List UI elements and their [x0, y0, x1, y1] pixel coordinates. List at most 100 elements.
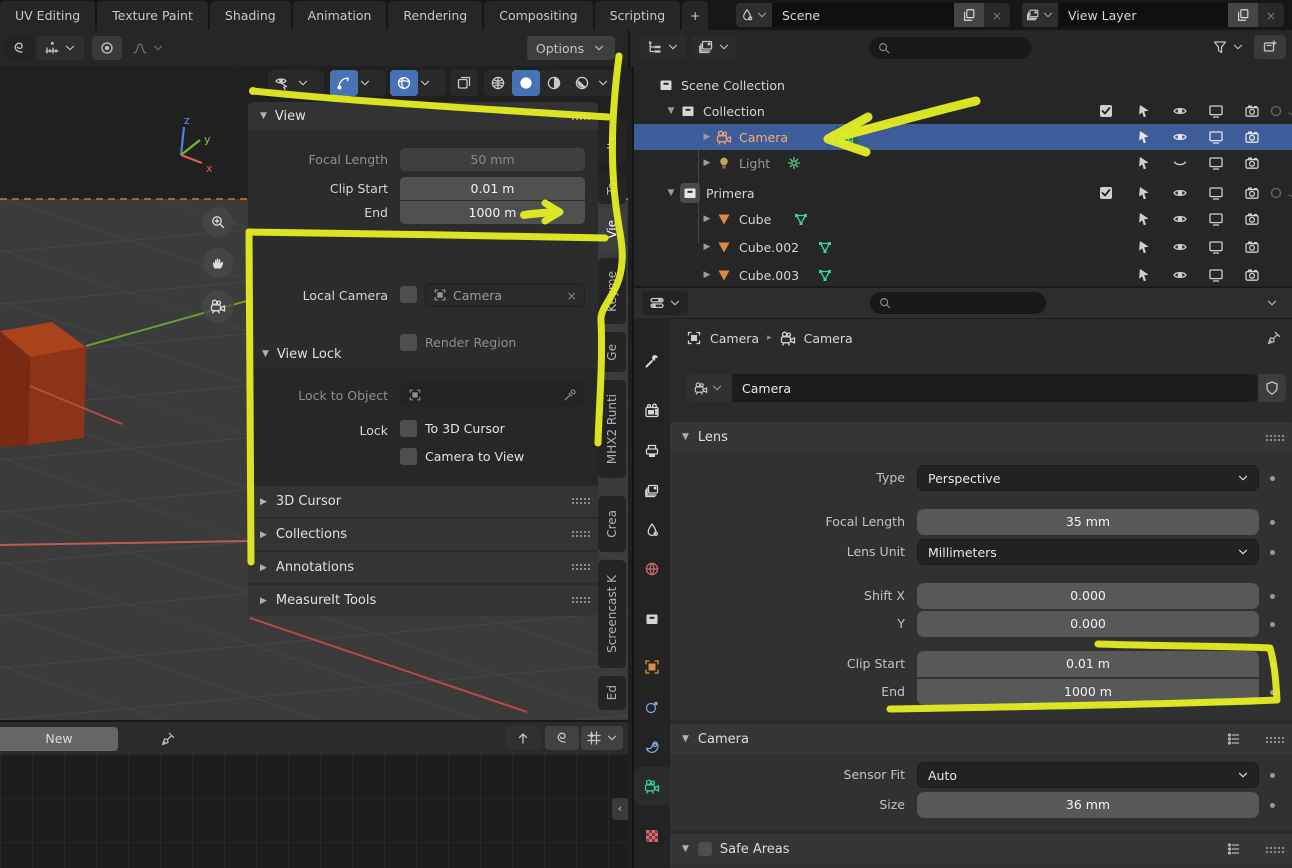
shading-rendered-button[interactable] [568, 70, 596, 96]
breadcrumb-object[interactable]: Camera [710, 331, 759, 346]
outliner-row-camera[interactable]: ▶ Camera [634, 124, 1292, 150]
animate-dot[interactable] [1270, 690, 1275, 695]
workspace-tab-rendering[interactable]: Rendering [388, 1, 485, 30]
panel-measureit-tools[interactable]: ▶ MeasureIt Tools [248, 585, 598, 616]
disable-render-icon[interactable] [1244, 103, 1260, 119]
panel-grip[interactable] [1266, 435, 1268, 437]
tab-item[interactable]: Ite [598, 120, 626, 164]
mesh-data-icon[interactable] [793, 211, 809, 227]
animate-dot[interactable] [1270, 520, 1275, 525]
tab-keymesh[interactable]: Keyme [598, 258, 626, 324]
lens-unit-dropdown[interactable]: Millimeters [917, 539, 1259, 565]
animate-dot[interactable] [1270, 622, 1275, 627]
panel-grip[interactable] [572, 597, 574, 599]
disable-render-icon[interactable] [1244, 129, 1260, 145]
eyedropper-icon[interactable] [563, 388, 577, 402]
tab-texture-properties[interactable] [634, 817, 670, 855]
selectable-icon[interactable] [1136, 211, 1152, 227]
tab-collection-properties[interactable] [634, 600, 670, 638]
tab-tool-properties[interactable] [634, 342, 670, 380]
selectable-icon[interactable] [1136, 239, 1152, 255]
local-camera-checkbox[interactable] [400, 286, 417, 303]
scene-unlink-button[interactable]: × [984, 3, 1010, 27]
view-panel-header[interactable]: ▼ View [248, 102, 598, 130]
disable-render-icon[interactable] [1244, 239, 1260, 255]
zoom-button[interactable] [203, 207, 233, 237]
selectable-icon[interactable] [1136, 129, 1152, 145]
outliner-row-collection[interactable]: ▼ Collection [634, 98, 1292, 124]
workspace-tab-animation[interactable]: Animation [292, 1, 389, 30]
tab-create[interactable]: Crea [598, 496, 626, 552]
selectable-icon[interactable] [1136, 185, 1152, 201]
selectable-icon[interactable] [1136, 155, 1152, 171]
outliner-row-cube[interactable]: ▶ Cube [634, 206, 1292, 232]
animate-dot[interactable] [1270, 550, 1275, 555]
sensor-fit-dropdown[interactable]: Auto [917, 762, 1259, 788]
outliner-filter-button[interactable] [1207, 35, 1249, 59]
tab-ge[interactable]: Ge [598, 332, 626, 372]
tab-view[interactable]: Vie [598, 208, 626, 250]
outliner-row-primera[interactable]: ▼ Primera [634, 180, 1292, 206]
object-visibility-dropdown[interactable] [268, 70, 324, 96]
disable-render-icon[interactable] [1244, 155, 1260, 171]
hide-viewport-icon[interactable] [1172, 239, 1188, 255]
tab-tool[interactable]: To [598, 172, 626, 204]
disable-viewport-icon[interactable] [1208, 211, 1224, 227]
clip-start-field[interactable]: 0.01 m [917, 651, 1259, 677]
outliner-row-light[interactable]: ▶ Light [634, 150, 1292, 176]
camera-panel-header[interactable]: ▼ Camera [670, 724, 1292, 754]
mesh-data-icon[interactable] [817, 239, 833, 255]
clear-icon[interactable]: × [567, 288, 577, 303]
indirect-only-icon[interactable] [1286, 185, 1292, 201]
outliner-search-input[interactable] [869, 37, 1031, 59]
shift-y-field[interactable]: 0.000 [917, 611, 1259, 637]
workspace-tab-scripting[interactable]: Scripting [594, 1, 683, 30]
disable-viewport-icon[interactable] [1208, 267, 1224, 283]
disable-viewport-icon[interactable] [1208, 185, 1224, 201]
properties-options-button[interactable] [1258, 291, 1286, 315]
panel-grip[interactable] [1266, 737, 1268, 739]
region-collapse-arrow[interactable]: ‹ [612, 798, 628, 820]
workspace-tab-texture-paint[interactable]: Texture Paint [97, 1, 210, 30]
disable-render-icon[interactable] [1244, 267, 1260, 283]
tab-output-properties[interactable] [634, 432, 670, 470]
properties-editor-type-button[interactable] [642, 291, 688, 315]
tab-object-data-properties[interactable] [634, 767, 670, 805]
animate-dot[interactable] [1270, 594, 1275, 599]
light-data-icon[interactable] [786, 155, 802, 171]
to-3d-cursor-checkbox[interactable] [400, 420, 417, 437]
presets-icon[interactable] [1226, 731, 1242, 747]
pin-icon[interactable] [160, 731, 176, 747]
panel-grip[interactable] [572, 114, 574, 116]
animate-dot[interactable] [1270, 773, 1275, 778]
panel-3d-cursor[interactable]: ▶ 3D Cursor [248, 486, 598, 519]
expand-icon[interactable]: ▶ [698, 214, 716, 224]
workspace-tab-uv-editing[interactable]: UV Editing [0, 1, 98, 30]
tab-view-layer-properties[interactable] [634, 472, 670, 510]
tab-edit[interactable]: Ed [598, 676, 626, 710]
view-layer-browse-button[interactable] [1022, 3, 1058, 27]
new-collection-button[interactable] [1254, 35, 1286, 59]
gizmos-toggle[interactable] [330, 70, 386, 96]
proportional-edit-toggle[interactable] [92, 36, 122, 60]
breadcrumb-data[interactable]: Camera [804, 331, 853, 346]
tab-physics-properties[interactable] [634, 728, 670, 766]
workspace-tab-shading[interactable]: Shading [209, 1, 293, 30]
scene-copy-button[interactable] [954, 3, 984, 27]
tab-mhx2-runtime[interactable]: MHX2 Runti [598, 380, 626, 478]
tab-render-properties[interactable] [634, 392, 670, 430]
panel-annotations[interactable]: ▶ Annotations [248, 552, 598, 585]
pan-button[interactable] [203, 248, 233, 278]
active-tool-button[interactable] [4, 36, 34, 60]
disable-viewport-icon[interactable] [1208, 103, 1224, 119]
outliner-row-scene-collection[interactable]: Scene Collection [634, 72, 1292, 98]
view-lock-subheader[interactable]: ▼ View Lock [248, 340, 598, 368]
pin-icon[interactable] [1266, 330, 1282, 346]
hide-viewport-icon[interactable] [1172, 185, 1188, 201]
add-workspace-button[interactable]: + [682, 1, 711, 30]
up-level-button[interactable] [505, 726, 541, 750]
animate-dot[interactable] [1270, 803, 1275, 808]
local-camera-object-field[interactable]: Camera × [425, 283, 585, 307]
expand-icon[interactable]: ▶ [698, 242, 716, 252]
expand-icon[interactable]: ▼ [662, 106, 680, 116]
